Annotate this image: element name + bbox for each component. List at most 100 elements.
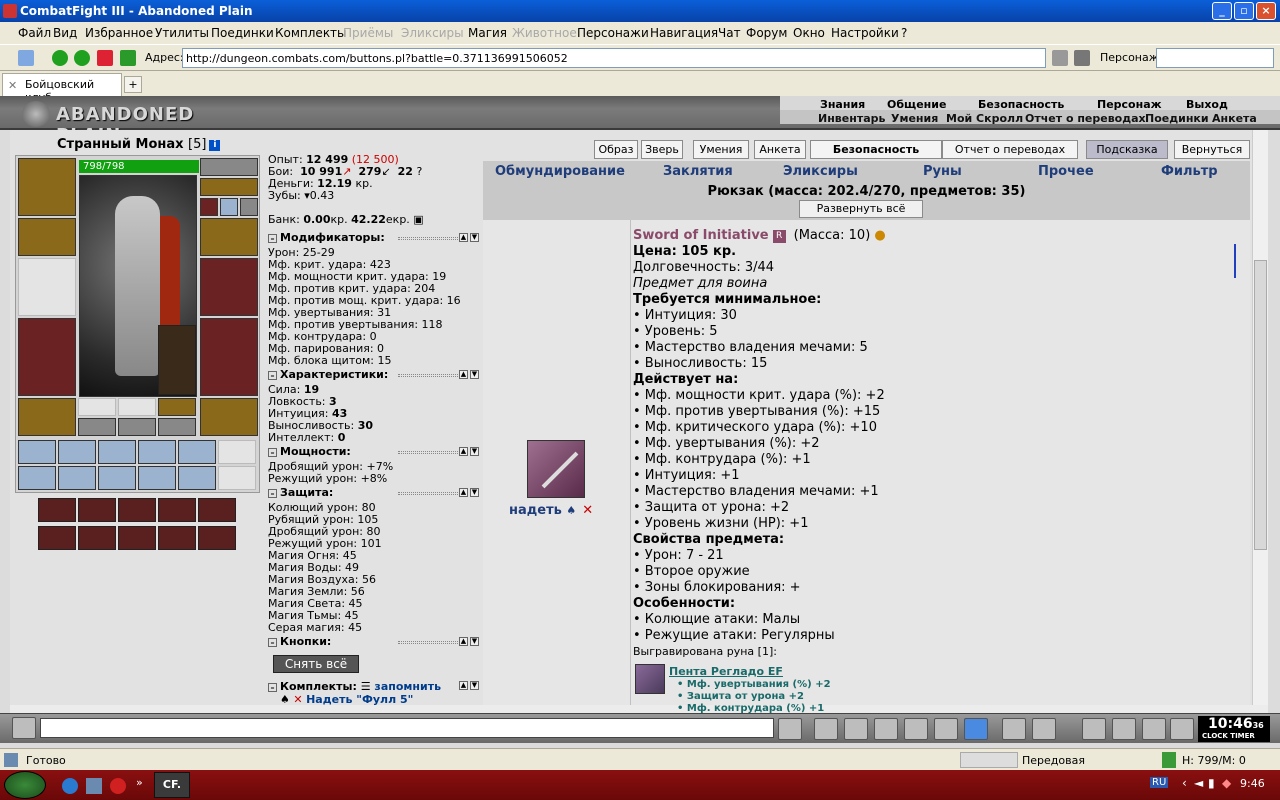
sword-item-image[interactable] [527, 440, 585, 498]
private-icon[interactable] [934, 718, 958, 740]
scroll-slot-6[interactable] [218, 440, 256, 464]
nav-communication[interactable]: Общение [887, 98, 946, 111]
pocket-slot-5[interactable] [118, 418, 156, 436]
ring-slot-2[interactable] [220, 198, 238, 216]
tab-other[interactable]: Прочее [1038, 164, 1094, 179]
smile-icon[interactable] [1002, 718, 1026, 740]
scroll-slot-9[interactable] [98, 466, 136, 490]
subnav-inventory[interactable]: Инвентарь [818, 112, 885, 125]
minimize-button[interactable]: _ [1212, 2, 1232, 20]
ie-icon[interactable] [62, 778, 78, 794]
buttons-section[interactable]: – Кнопки: ▲ ▼ [268, 636, 480, 650]
menu-forum[interactable]: Форум [746, 26, 787, 40]
beast-button[interactable]: Зверь [641, 140, 683, 159]
move-down-icon[interactable]: ▼ [470, 233, 479, 242]
ability-icon-8[interactable] [118, 526, 156, 550]
move-up-icon[interactable]: ▲ [459, 637, 468, 646]
ability-icon-10[interactable] [198, 526, 236, 550]
ability-icon-4[interactable] [158, 498, 196, 522]
nav-knowledge[interactable]: Знания [820, 98, 865, 111]
desktop-icon[interactable] [86, 778, 102, 794]
move-up-icon[interactable]: ▲ [459, 681, 468, 690]
move-down-icon[interactable]: ▼ [470, 447, 479, 456]
speaker-icon[interactable]: ◄ [1194, 776, 1203, 790]
helmet-slot[interactable] [18, 158, 76, 216]
collapse-icon[interactable]: – [268, 683, 277, 692]
pocket-slot-1[interactable] [78, 398, 116, 416]
wear-icon[interactable]: ♠ [566, 504, 576, 517]
back-icon[interactable] [52, 50, 68, 66]
item-name[interactable]: Sword of Initiative [633, 228, 769, 243]
remove-all-button[interactable]: Снять всё [273, 655, 359, 673]
menu-characters[interactable]: Персонажи [577, 26, 649, 40]
menu-settings[interactable]: Настройки [831, 26, 899, 40]
ability-icon-7[interactable] [78, 526, 116, 550]
scroll-slot-3[interactable] [98, 440, 136, 464]
ability-icon-9[interactable] [158, 526, 196, 550]
menu-favorites[interactable]: Избранное [85, 26, 153, 40]
protection-section[interactable]: – Защита: ▲ ▼ [268, 487, 480, 501]
return-button[interactable]: Вернуться [1174, 140, 1250, 159]
pocket-slot-3[interactable] [158, 398, 196, 416]
menu-navigation[interactable]: Навигация [650, 26, 718, 40]
close-button[interactable]: × [1256, 2, 1276, 20]
vertical-scrollbar[interactable] [1252, 130, 1268, 705]
move-down-icon[interactable]: ▼ [470, 637, 479, 646]
wear-link[interactable]: надеть [509, 503, 562, 518]
chat-speaker-icon[interactable] [12, 717, 36, 739]
subnav-profile[interactable]: Анкета [1212, 112, 1257, 125]
tab-spells[interactable]: Заклятия [663, 164, 733, 179]
owl-pet-image[interactable] [158, 325, 196, 395]
move-down-icon[interactable]: ▼ [470, 370, 479, 379]
shield-slot[interactable] [200, 258, 258, 316]
forward-icon[interactable] [74, 50, 90, 66]
ability-icon-5[interactable] [198, 498, 236, 522]
pocket-slot-6[interactable] [158, 418, 196, 436]
menu-sets[interactable]: Комплекты [275, 26, 347, 40]
gloves-slot[interactable] [200, 218, 258, 256]
collapse-icon[interactable]: – [268, 448, 277, 457]
earrings-slot[interactable] [200, 158, 258, 176]
pocket-slot-2[interactable] [118, 398, 156, 416]
menu-file[interactable]: Файл [18, 26, 51, 40]
delete-set-icon[interactable]: ✕ [293, 693, 302, 706]
boots-slot[interactable] [200, 398, 258, 436]
menu-chat[interactable]: Чат [718, 26, 741, 40]
tab-runes[interactable]: Руны [923, 164, 962, 179]
persona-select[interactable] [1156, 48, 1274, 68]
ability-icon-6[interactable] [38, 526, 76, 550]
opera-icon[interactable] [110, 778, 126, 794]
collapse-icon[interactable]: – [268, 234, 277, 243]
monitor-icon[interactable] [874, 718, 898, 740]
ring-slot-1[interactable] [200, 198, 218, 216]
refresh-icon[interactable] [120, 50, 136, 66]
subnav-skills[interactable]: Умения [891, 112, 938, 125]
menu-utilities[interactable]: Утилиты [155, 26, 209, 40]
pin-icon[interactable] [18, 50, 34, 66]
amulet-slot[interactable] [200, 178, 258, 196]
more-icon[interactable]: » [136, 776, 143, 789]
skills-button[interactable]: Умения [693, 140, 749, 159]
tray-arrow-icon[interactable]: ‹ [1182, 776, 1187, 790]
scrollbar-thumb[interactable] [1254, 260, 1267, 550]
horizontal-splitter[interactable] [10, 705, 1268, 713]
chat-settings-icon[interactable] [1032, 718, 1056, 740]
scroll-slot-2[interactable] [58, 440, 96, 464]
exit-icon[interactable] [1170, 718, 1194, 740]
ability-icon-2[interactable] [78, 498, 116, 522]
collapse-icon[interactable]: – [268, 371, 277, 380]
network-icon[interactable]: ▮ [1208, 776, 1215, 790]
transfer-report-button[interactable]: Отчет о переводах [942, 140, 1078, 159]
start-button[interactable] [4, 771, 46, 799]
move-up-icon[interactable]: ▲ [459, 233, 468, 242]
subnav-myscroll[interactable]: Мой Скролл [946, 112, 1023, 125]
remember-link[interactable]: запомнить [374, 680, 441, 693]
scroll-slot-1[interactable] [18, 440, 56, 464]
menu-window[interactable]: Окно [793, 26, 825, 40]
info-icon[interactable]: i [209, 140, 221, 151]
ability-icon-1[interactable] [38, 498, 76, 522]
fighter-icon[interactable] [904, 718, 928, 740]
collapse-icon[interactable]: – [268, 489, 277, 498]
expand-all-button[interactable]: Развернуть всё [799, 200, 923, 218]
collapse-icon[interactable]: – [268, 638, 277, 647]
